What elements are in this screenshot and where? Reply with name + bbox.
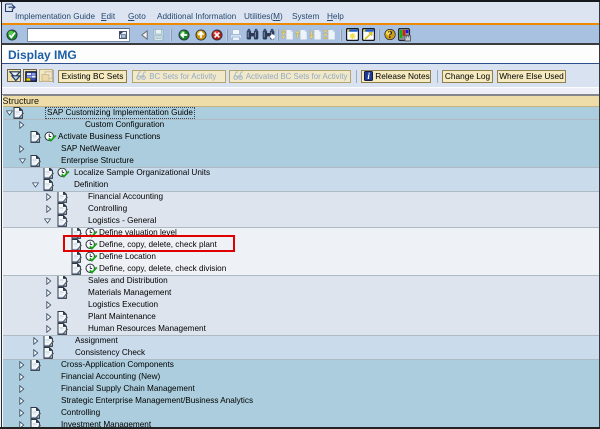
svg-text:?: ? xyxy=(388,30,393,41)
